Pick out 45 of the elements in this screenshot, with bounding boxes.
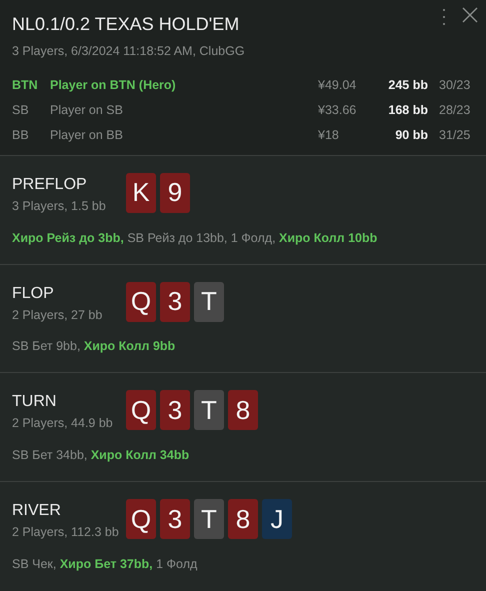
street-name: RIVER [12,501,62,522]
player-name: Player on BB [50,126,124,143]
action-summary: SB Бет 34bb, Хиро Колл 34bb [12,447,190,464]
playing-card: Q [126,390,156,430]
playing-card: Q [126,282,156,322]
playing-card: T [194,390,224,430]
player-name: Player on SB [50,102,124,118]
player-position: BB [12,126,30,143]
street-info: 2 Players, 112.3 bb [12,524,120,542]
street-info: 3 Players, 1.5 bb [12,198,107,215]
player-money: ¥49.04 [318,76,358,93]
window-title: NL0.1/0.2 TEXAS HOLD'EM [12,13,240,36]
street-name: PREFLOP [12,174,88,195]
player-stats: 31/25 [438,126,472,143]
player-stats: 30/23 [438,76,472,93]
hand-subtitle: 3 Players, 6/3/2024 11:18:52 AM, ClubGG [12,43,246,60]
player-stack: 168 bb [387,102,428,118]
playing-card: 8 [228,390,258,430]
action-summary: SB Бет 9bb, Хиро Колл 9bb [12,338,176,356]
playing-card: Q [126,499,156,540]
street-name: TURN [12,392,58,412]
action-summary: SB Чек, Хиро Бет 37bb, 1 Фолд [12,556,198,573]
street-name: FLOP [12,284,55,304]
street-info: 2 Players, 27 bb [12,306,104,324]
player-position: BTN [12,76,39,93]
player-stack: 90 bb [394,126,428,143]
player-stats: 28/23 [438,102,472,118]
close-icon[interactable] [462,7,478,23]
playing-card: J [262,499,292,540]
playing-card: T [194,282,224,322]
player-money: ¥18 [318,126,340,143]
more-icon[interactable] [442,9,446,25]
playing-card: 9 [160,172,190,213]
action-summary: Хиро Рейз до 3bb, SB Рейз до 13bb, 1 Фолд, Хиро Колл 10bb [12,230,378,247]
playing-card: 3 [160,390,190,430]
player-position: SB [12,102,30,118]
playing-card: 3 [160,499,190,540]
playing-card: K [126,172,156,213]
playing-card: 8 [228,499,258,540]
playing-card: T [194,499,224,540]
player-money: ¥33.66 [318,102,358,118]
street-info: 2 Players, 44.9 bb [12,415,114,432]
playing-card: 3 [160,282,190,322]
player-name: Player on BTN (Hero) [50,76,177,93]
player-stack: 245 bb [387,76,428,93]
